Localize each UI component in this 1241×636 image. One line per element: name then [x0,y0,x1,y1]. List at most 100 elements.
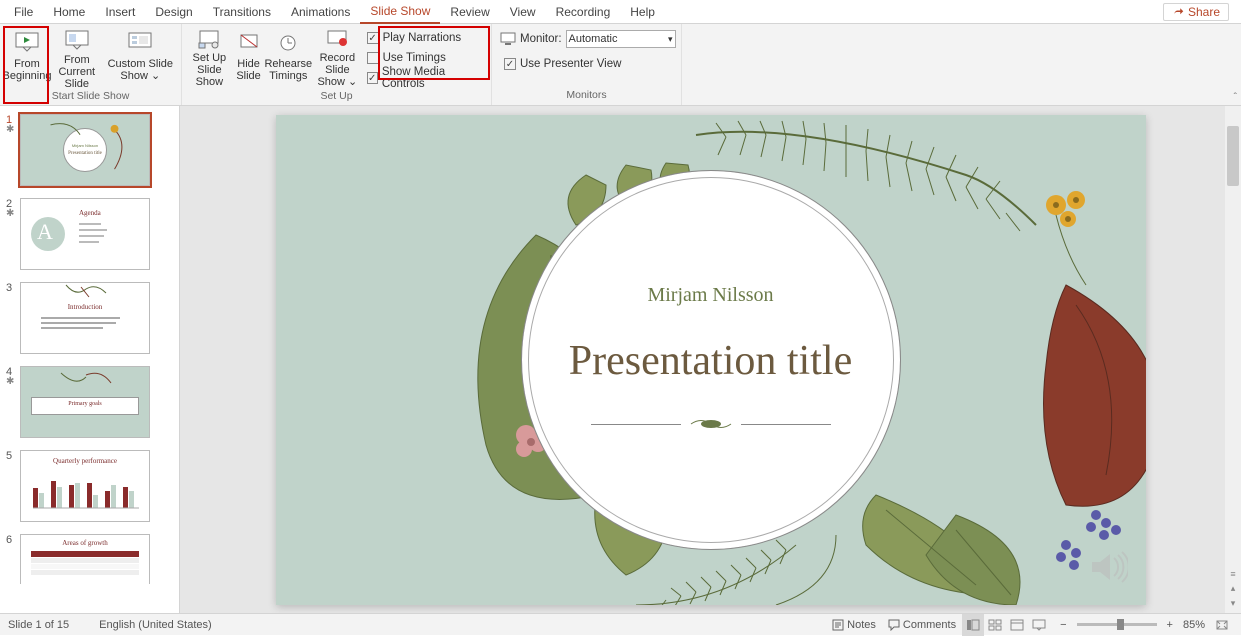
monitor-value: Automatic [569,33,618,45]
record-slide-show-button[interactable]: Record Slide Show ⌄ [312,26,362,88]
thumb-header: Areas of growth [62,539,108,547]
setup-icon [197,28,221,50]
tab-insert[interactable]: Insert [95,0,145,24]
hide-slide-button[interactable]: Hide Slide [233,26,265,88]
thumbnail-row[interactable]: 3 Introduction [0,280,179,364]
thumbnail-number: 2✱ [6,198,20,270]
thumbnail-number: 4✱ [6,366,20,438]
set-up-slide-show-button[interactable]: Set Up Slide Show [186,26,233,88]
rehearse-timings-button[interactable]: Rehearse Timings [264,26,312,88]
thumbnail-slide-4[interactable]: Primary goals [20,366,150,438]
monitor-icon [500,32,516,46]
thumbnail-slide-2[interactable]: A Agenda [20,198,150,270]
slideshow-view-button[interactable] [1028,614,1050,636]
tab-help[interactable]: Help [620,0,665,24]
reading-view-button[interactable] [1006,614,1028,636]
show-media-label: Show Media Controls [382,66,483,90]
tab-file[interactable]: File [4,0,43,24]
notes-icon [832,619,844,631]
slide-nav-tools: ≡ ▴ ▾ [1225,565,1241,613]
vertical-scrollbar[interactable]: ≡ ▴ ▾ [1225,106,1241,613]
thumb-header: Primary goals [68,401,102,407]
zoom-in-button[interactable]: + [1163,619,1177,631]
tab-view[interactable]: View [500,0,546,24]
play-from-start-icon [14,28,40,56]
monitor-select[interactable]: Automatic ▾ [566,30,676,48]
thumbnail-slide-5[interactable]: Quarterly performance [20,450,150,522]
share-icon [1172,6,1184,18]
ribbon-tabs: File Home Insert Design Transitions Anim… [0,0,1241,24]
thumbnail-row[interactable]: 5 Quarterly performance [0,448,179,532]
checkbox-icon [367,52,379,64]
status-bar: Slide 1 of 15 English (United States) No… [0,613,1241,635]
share-button[interactable]: Share [1163,3,1229,21]
prev-slide-button[interactable]: ▴ [1231,583,1236,594]
thumbnail-row[interactable]: 6 Areas of growth [0,532,179,594]
collapse-ribbon-button[interactable]: ˆ [1234,92,1237,103]
title-circle: Mirjam Nilsson Presentation title [521,170,901,550]
rehearse-label: Rehearse Timings [264,58,312,82]
tab-home[interactable]: Home [43,0,95,24]
tab-review[interactable]: Review [440,0,499,24]
next-slide-button[interactable]: ▾ [1231,598,1236,609]
tab-animations[interactable]: Animations [281,0,360,24]
share-label: Share [1188,5,1220,19]
thumbnail-number: 1✱ [6,114,20,186]
tab-recording[interactable]: Recording [546,0,621,24]
thumb-header: Quarterly performance [53,457,117,465]
tab-slide-show[interactable]: Slide Show [360,0,440,24]
show-media-controls-checkbox[interactable]: ✓ Show Media Controls [363,68,487,88]
main-area: 1✱ Mirjam Nilsson Presentation title 2✱ … [0,106,1241,613]
thumbnail-number: 3 [6,282,20,354]
use-timings-label: Use Timings [383,52,446,64]
thumbnail-row[interactable]: 1✱ Mirjam Nilsson Presentation title [0,112,179,196]
thumbnail-pane[interactable]: 1✱ Mirjam Nilsson Presentation title 2✱ … [0,106,180,613]
thumbnail-slide-1[interactable]: Mirjam Nilsson Presentation title [20,114,150,186]
language-indicator[interactable]: English (United States) [99,619,212,631]
clock-icon [277,28,299,56]
slide-canvas-area: Mirjam Nilsson Presentation title ≡ ▴ ▾ [180,106,1241,613]
record-icon [325,28,349,50]
custom-show-icon [127,28,153,56]
presenter-view-checkbox[interactable]: ✓ Use Presenter View [500,54,625,74]
comments-icon [888,619,900,631]
zoom-level[interactable]: 85% [1177,619,1211,631]
thumbnail-number: 6 [6,534,20,584]
notes-button[interactable]: Notes [826,614,882,636]
ribbon: From Beginning From Current Slide Custom… [0,24,1241,106]
checkbox-icon: ✓ [367,72,378,84]
group-start-label: Start Slide Show [0,90,181,105]
thumb-author: Mirjam Nilsson [72,143,98,148]
thumbnail-row[interactable]: 4✱ Primary goals [0,364,179,448]
from-beginning-label: From Beginning [3,58,52,82]
from-current-button[interactable]: From Current Slide [50,26,104,88]
normal-view-button[interactable] [962,614,984,636]
scrollbar-thumb[interactable] [1227,126,1239,186]
slide-sorter-view-button[interactable] [984,614,1006,636]
prev-slide-button[interactable]: ≡ [1230,569,1235,579]
play-from-current-icon [64,28,90,52]
presenter-view-label: Use Presenter View [520,58,621,70]
zoom-out-button[interactable]: − [1056,619,1070,631]
play-narrations-label: Play Narrations [383,32,462,44]
use-timings-checkbox[interactable]: Use Timings [363,48,487,68]
tab-design[interactable]: Design [145,0,202,24]
group-setup-label: Set Up [182,90,491,105]
custom-slide-show-button[interactable]: Custom Slide Show ⌄ [104,26,177,88]
comments-button[interactable]: Comments [882,614,962,636]
record-label: Record Slide Show ⌄ [312,52,362,88]
play-narrations-checkbox[interactable]: ✓ Play Narrations [363,28,487,48]
tab-transitions[interactable]: Transitions [203,0,281,24]
slide-canvas[interactable]: Mirjam Nilsson Presentation title [276,115,1146,605]
media-speaker-icon[interactable] [1088,550,1128,587]
divider-ornament [591,413,831,435]
from-current-label: From Current Slide [50,54,104,90]
checkbox-icon: ✓ [504,58,516,70]
chevron-down-icon: ▾ [668,34,673,45]
thumbnail-row[interactable]: 2✱ A Agenda [0,196,179,280]
thumbnail-slide-3[interactable]: Introduction [20,282,150,354]
thumbnail-slide-6[interactable]: Areas of growth [20,534,150,584]
fit-to-window-button[interactable] [1211,614,1233,636]
from-beginning-button[interactable]: From Beginning [4,26,50,88]
zoom-slider[interactable] [1077,623,1157,626]
